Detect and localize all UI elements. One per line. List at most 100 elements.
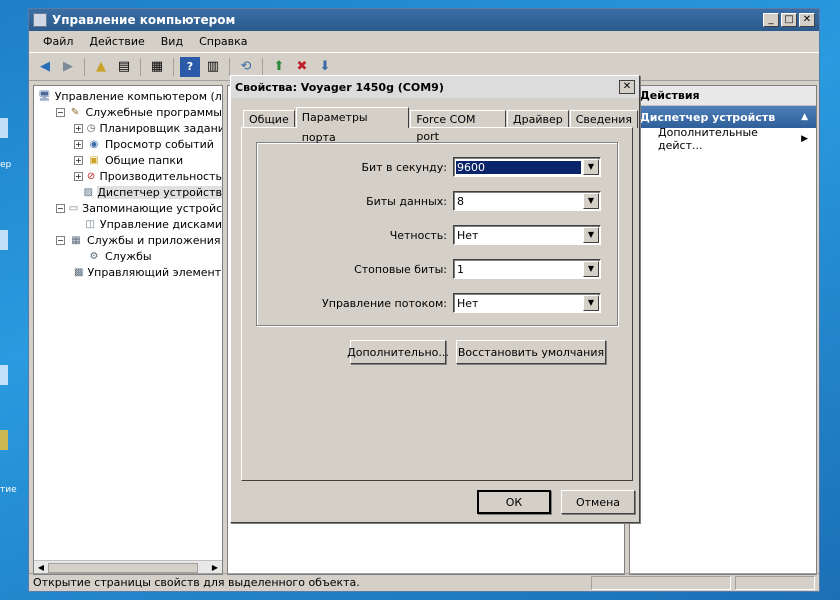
chevron-down-icon[interactable]: ▼ [583, 227, 599, 243]
window-title: Управление компьютером [52, 13, 236, 27]
expand-icon[interactable]: + [74, 171, 83, 181]
help-icon[interactable]: ? [180, 56, 200, 77]
desktop-shortcut-icon[interactable] [0, 230, 8, 250]
desktop-shortcut-icon[interactable] [0, 118, 8, 138]
tree-item[interactable]: ▩ Управляющий элемент V [34, 264, 222, 280]
restore-defaults-button[interactable]: Восстановить умолчания [456, 340, 606, 364]
tree-item[interactable]: 🖥Управление компьютером (лока [34, 88, 222, 104]
horizontal-scrollbar[interactable]: ◀ ▶ [34, 560, 222, 574]
scan-hardware-icon[interactable]: ⟲ [236, 57, 256, 77]
computer-management-icon [33, 13, 47, 27]
menu-file[interactable]: Файл [35, 35, 81, 48]
tab-driver[interactable]: Драйвер [507, 110, 569, 128]
show-action-pane-icon[interactable]: ▥ [203, 57, 223, 77]
tree-item[interactable]: + ⊘ Производительность [34, 168, 222, 184]
tree-item[interactable]: + ◷ Планировщик заданий [34, 120, 222, 136]
cancel-button[interactable]: Отмена [561, 490, 635, 514]
port-settings-group: Бит в секунду: 9600 ▼ Биты данных: 8 ▼ Ч… [256, 142, 618, 326]
expand-icon[interactable]: + [74, 123, 83, 133]
desktop-shortcut-icon[interactable] [0, 430, 8, 450]
minimize-button[interactable]: _ [763, 13, 779, 27]
dialog-title-bar[interactable]: Свойства: Voyager 1450g (COM9) ✕ [231, 76, 639, 98]
tree-item-label: Служебные программы [85, 105, 222, 119]
actions-section-device-manager[interactable]: Диспетчер устройств ▲ [630, 106, 816, 128]
field-parity: Четность: Нет ▼ [257, 225, 619, 245]
ok-button[interactable]: ОК [477, 490, 551, 514]
tree-item-label: Производительность [99, 169, 223, 183]
select-value: 9600 [456, 160, 581, 174]
forward-icon[interactable]: ▶ [58, 57, 78, 77]
chevron-down-icon[interactable]: ▼ [583, 261, 599, 277]
properties-icon[interactable]: ▦ [147, 57, 167, 77]
toolbar-separator [140, 57, 141, 76]
submenu-arrow-icon: ▶ [801, 134, 808, 144]
expand-icon[interactable]: + [74, 139, 83, 149]
collapse-icon[interactable]: − [56, 235, 65, 245]
actions-section-label: Диспетчер устройств [640, 110, 776, 124]
desktop-shortcut-icon[interactable] [0, 365, 8, 385]
collapse-icon[interactable]: ▲ [801, 112, 808, 122]
wmi-icon: ▩ [74, 266, 84, 278]
parity-select[interactable]: Нет ▼ [453, 225, 601, 245]
show-hide-tree-icon[interactable]: ▤ [114, 57, 134, 77]
tree-item[interactable]: ◫ Управление дисками [34, 216, 222, 232]
properties-dialog: Свойства: Voyager 1450g (COM9) ✕ Общие П… [230, 75, 640, 523]
toolbar-separator [173, 57, 174, 76]
menu-view[interactable]: Вид [153, 35, 191, 48]
collapse-icon[interactable]: − [56, 203, 65, 213]
stop-bits-select[interactable]: 1 ▼ [453, 259, 601, 279]
disk-icon: ◫ [85, 218, 95, 230]
advanced-button[interactable]: Дополнительно... [347, 340, 449, 364]
enable-device-icon[interactable]: ⬇ [315, 57, 335, 77]
menu-help[interactable]: Справка [191, 35, 255, 48]
uninstall-icon[interactable]: ✖ [292, 57, 312, 77]
tree-item[interactable]: ▨ Диспетчер устройств [34, 184, 222, 200]
chevron-down-icon[interactable]: ▼ [583, 159, 599, 175]
tree-item-label: Запоминающие устройства [82, 201, 222, 215]
tree-item[interactable]: + ◉ Просмотр событий [34, 136, 222, 152]
actions-item-more[interactable]: Дополнительные дейст... ▶ [630, 126, 816, 152]
field-label: Четность: [389, 228, 447, 242]
tab-strip: Общие Параметры порта Force COM port Дра… [243, 106, 639, 144]
tree-item-label: Диспетчер устройств [97, 185, 222, 199]
title-bar[interactable]: Управление компьютером _ □ ✕ [29, 9, 819, 31]
bits-per-second-select[interactable]: 9600 ▼ [453, 157, 601, 177]
services-apps-icon: ▦ [71, 234, 81, 246]
console-tree: 🖥Управление компьютером (лока−✎Служебные… [33, 85, 223, 575]
up-folder-icon[interactable]: ▲ [91, 57, 111, 77]
actions-header: Действия [630, 86, 816, 106]
tab-details[interactable]: Сведения [569, 110, 638, 128]
select-value: 8 [457, 194, 464, 208]
status-bar: Открытие страницы свойств для выделенног… [29, 573, 819, 591]
maximize-button[interactable]: □ [781, 13, 797, 27]
field-label: Стоповые биты: [354, 262, 447, 276]
flow-control-select[interactable]: Нет ▼ [453, 293, 601, 313]
data-bits-select[interactable]: 8 ▼ [453, 191, 601, 211]
close-button[interactable]: ✕ [799, 13, 815, 27]
tree-item[interactable]: − ▦ Службы и приложения [34, 232, 222, 248]
tree-item[interactable]: ⚙ Службы [34, 248, 222, 264]
tree-item[interactable]: − ✎ Служебные программы [34, 104, 222, 120]
tab-force-com-port[interactable]: Force COM port [410, 110, 507, 143]
expand-icon[interactable]: + [74, 155, 83, 165]
actions-pane: Действия Диспетчер устройств ▲ Дополните… [629, 85, 817, 575]
chevron-down-icon[interactable]: ▼ [583, 295, 599, 311]
back-icon[interactable]: ◀ [35, 57, 55, 77]
select-value: Нет [457, 228, 479, 242]
port-settings-panel: Бит в секунду: 9600 ▼ Биты данных: 8 ▼ Ч… [241, 127, 633, 481]
chevron-down-icon[interactable]: ▼ [583, 193, 599, 209]
dialog-close-button[interactable]: ✕ [619, 80, 635, 94]
tree-item-label: Службы [105, 249, 152, 263]
desktop-edge: ер тие [0, 0, 28, 600]
tree-item[interactable]: −▭Запоминающие устройства [34, 200, 222, 216]
scrollbar-thumb[interactable] [48, 563, 198, 573]
desktop-label: тие [0, 485, 17, 495]
toolbar-separator [262, 57, 263, 76]
collapse-icon[interactable]: − [56, 107, 65, 117]
tree-item-label: Управление компьютером (лока [54, 89, 222, 103]
update-driver-icon[interactable]: ⬆ [269, 57, 289, 77]
tab-port-settings[interactable]: Параметры порта [295, 107, 410, 144]
tab-general[interactable]: Общие [243, 110, 295, 128]
menu-action[interactable]: Действие [81, 35, 152, 48]
tree-item[interactable]: + ▣ Общие папки [34, 152, 222, 168]
